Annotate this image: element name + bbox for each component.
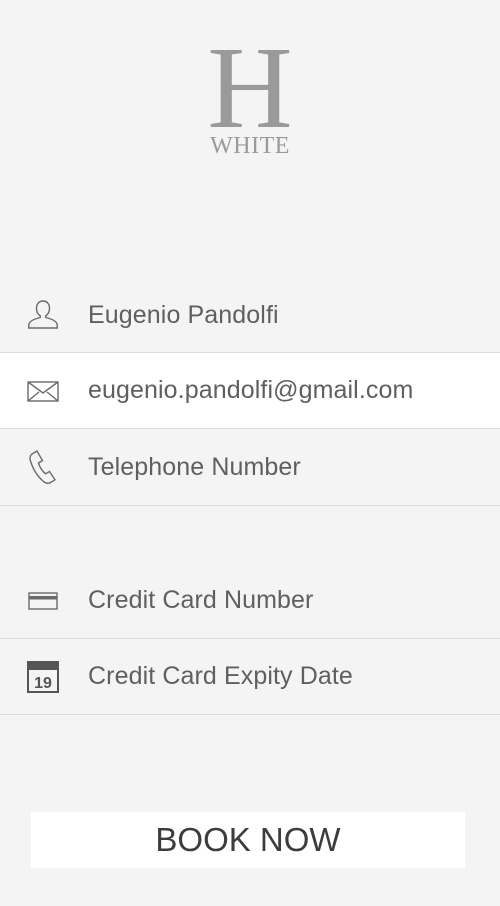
telephone-placeholder: Telephone Number [88, 452, 301, 481]
email-value: eugenio.pandolfi@gmail.com [88, 376, 414, 404]
credit-card-placeholder: Credit Card Number [88, 586, 314, 614]
calendar-icon: 19 [0, 660, 88, 694]
credit-card-field[interactable]: Credit Card Number [0, 562, 500, 639]
logo-wordmark: WHITE [210, 133, 290, 159]
envelope-icon [0, 379, 88, 403]
expiry-date-placeholder: Credit Card Expity Date [88, 662, 353, 690]
calendar-day: 19 [34, 675, 52, 692]
hotel-logo: H WHITE [0, 22, 500, 159]
booking-screen: H WHITE Eugenio Pandolfi eugenio.pandolf… [0, 0, 500, 906]
expiry-date-field[interactable]: 19 Credit Card Expity Date [0, 639, 500, 715]
user-icon [0, 298, 88, 332]
credit-card-icon [0, 590, 88, 612]
logo-mark: H [207, 22, 293, 153]
name-value: Eugenio Pandolfi [88, 300, 279, 329]
phone-icon [0, 448, 88, 486]
book-now-button[interactable]: BOOK NOW [31, 812, 465, 868]
name-field[interactable]: Eugenio Pandolfi [0, 278, 500, 353]
email-field[interactable]: eugenio.pandolfi@gmail.com [0, 353, 500, 429]
telephone-field[interactable]: Telephone Number [0, 429, 500, 506]
